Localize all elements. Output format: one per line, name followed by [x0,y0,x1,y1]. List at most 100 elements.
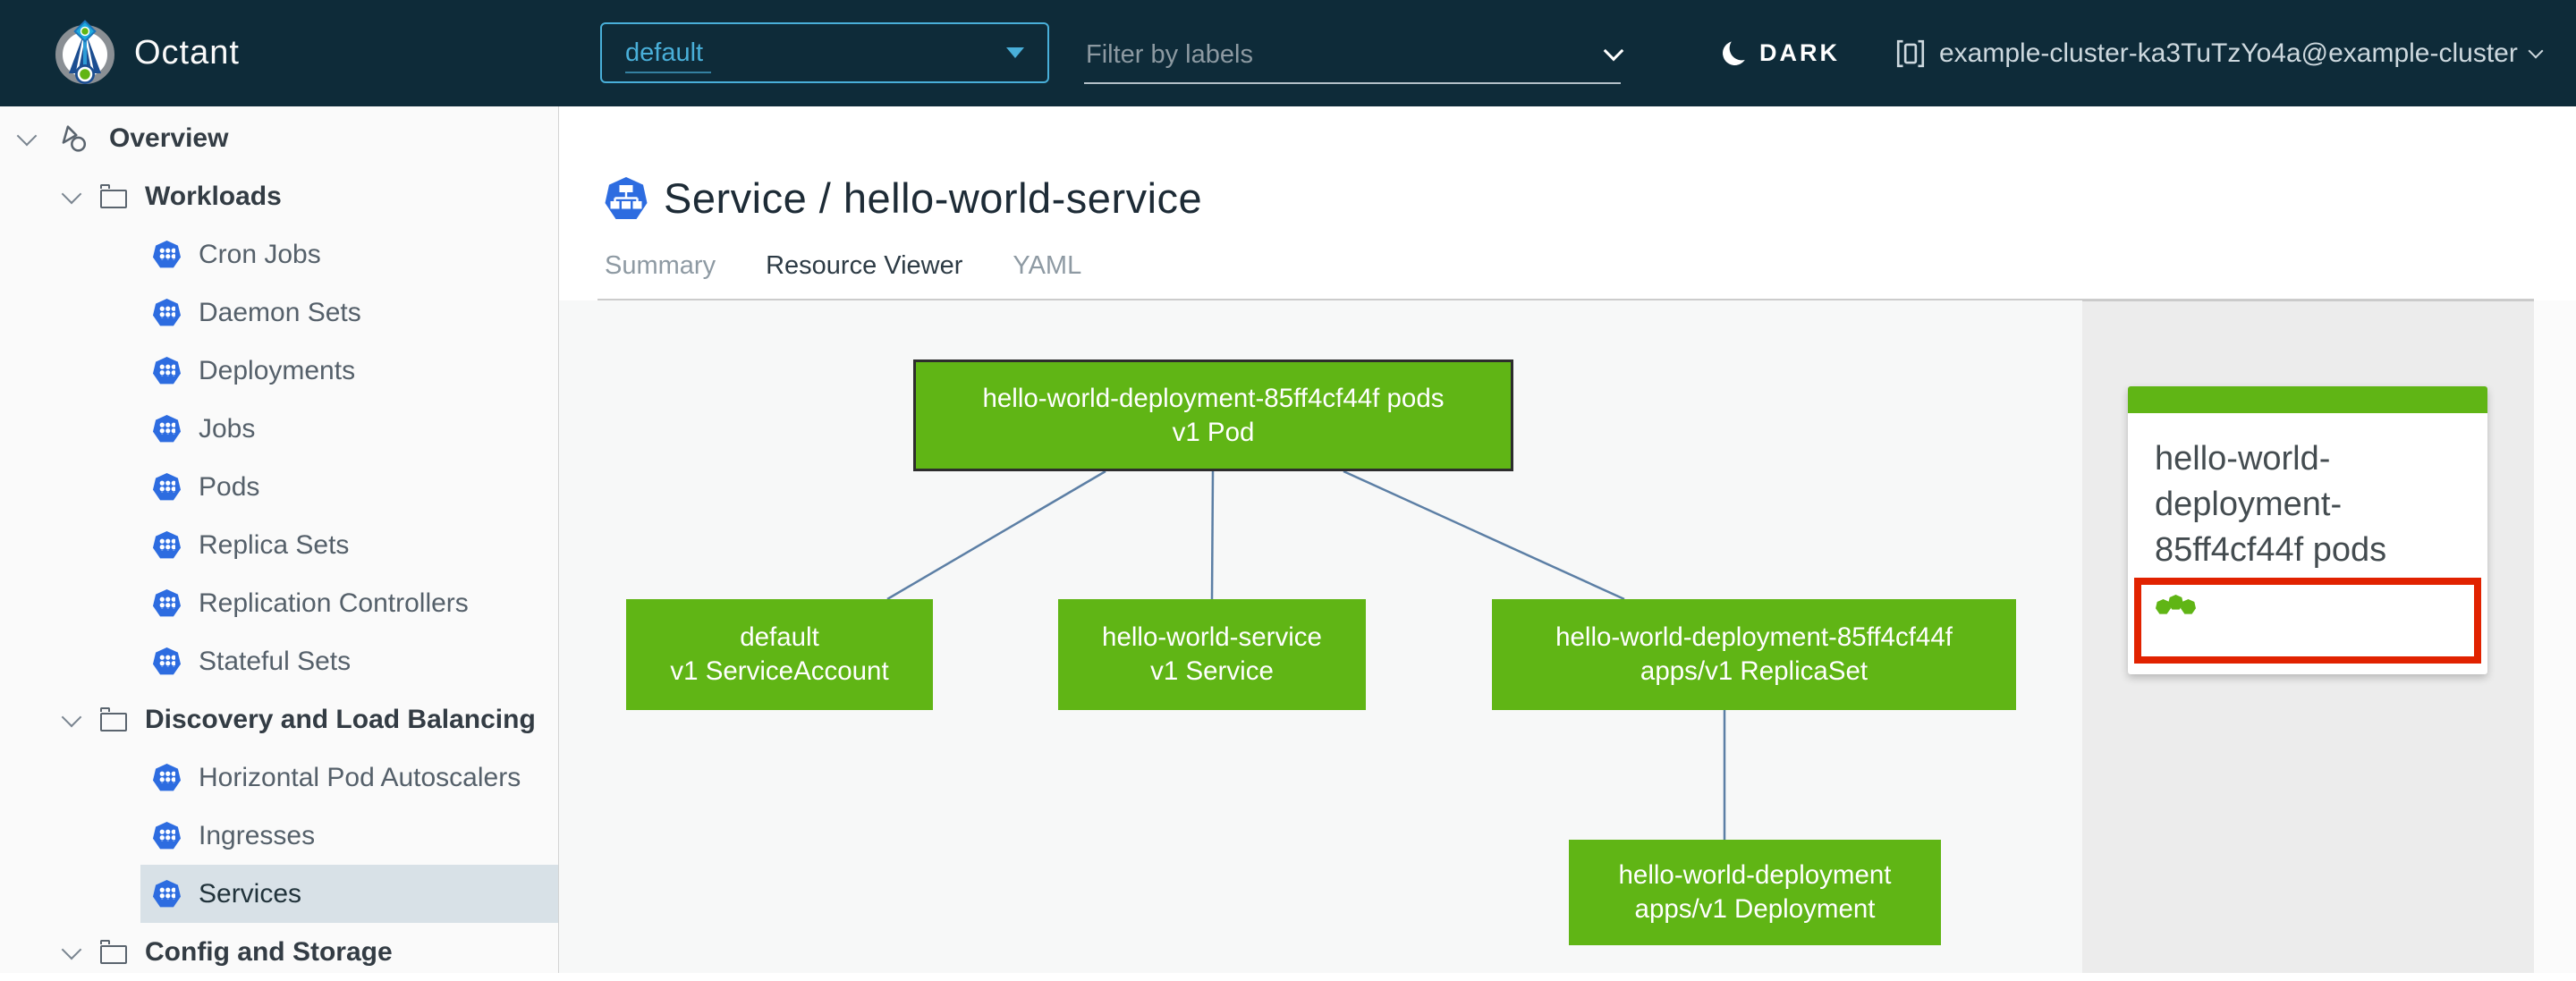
main-content: Service / hello-world-service Summary Re… [559,106,2576,973]
octant-logo-icon [55,19,114,84]
folder-icon [99,939,127,964]
graph-node-pod[interactable]: hello-world-deployment-85ff4cf44f pods v… [913,359,1513,471]
sidebar-item-label: Discovery and Load Balancing [145,704,536,734]
app-title: Octant [134,34,240,72]
replication-controllers-icon [153,589,181,617]
pod-status-dot [2156,599,2171,614]
sidebar-item-overview[interactable]: Overview [0,109,558,167]
sidebar-item-deployments[interactable]: Deployments [140,342,558,400]
chevron-down-icon[interactable] [61,183,82,204]
detail-panel: hello-world-deployment-85ff4cf44f pods [2082,300,2534,973]
sidebar-item-replication-controllers[interactable]: Replication Controllers [140,574,558,632]
pod-status-highlight-box [2134,578,2481,664]
stateful-sets-icon [153,647,181,675]
sidebar-item-pods[interactable]: Pods [140,458,558,516]
sidebar-item-replica-sets[interactable]: Replica Sets [140,516,558,574]
graph-node-serviceaccount[interactable]: default v1 ServiceAccount [626,599,933,710]
sidebar-item-horizontal-pod-autoscalers[interactable]: Horizontal Pod Autoscalers [140,748,558,807]
card-status-bar [2128,386,2487,413]
services-icon [153,880,181,908]
theme-toggle[interactable]: DARK [1723,0,1840,106]
node-name: hello-world-deployment-85ff4cf44f pods [982,383,1445,413]
sidebar-item-label: Replica Sets [199,529,350,560]
sidebar-item-label: Pods [199,471,260,502]
card-title: hello-world-deployment-85ff4cf44f pods [2155,440,2387,569]
sidebar-item-label: Horizontal Pod Autoscalers [199,762,521,792]
node-name: hello-world-deployment [1618,860,1892,890]
node-name: default [740,622,819,652]
sidebar-item-label: Services [199,878,302,909]
sidebar-item-workloads[interactable]: Workloads [0,167,558,225]
sidebar-item-stateful-sets[interactable]: Stateful Sets [140,632,558,690]
tab-bar: Summary Resource Viewer YAML [605,251,1081,310]
replica-sets-icon [153,531,181,559]
chevron-down-icon[interactable] [1603,40,1624,62]
sidebar-item-label: Stateful Sets [199,646,352,676]
node-kind: v1 Service [1150,656,1274,686]
cron-jobs-icon [153,241,181,268]
node-name: hello-world-deployment-85ff4cf44f [1555,622,1953,652]
sidebar-item-jobs[interactable]: Jobs [140,400,558,458]
folder-icon [99,706,127,732]
graph-node-deployment[interactable]: hello-world-deployment apps/v1 Deploymen… [1569,840,1941,945]
resource-title: Service / hello-world-service [664,174,1203,222]
namespace-underline [625,72,711,73]
selected-node-card[interactable]: hello-world-deployment-85ff4cf44f pods [2128,386,2487,674]
tab-summary[interactable]: Summary [605,251,716,302]
daemon-sets-icon [153,299,181,326]
tab-resource-viewer[interactable]: Resource Viewer [761,251,974,310]
ingresses-icon [153,822,181,850]
sidebar-item-discovery-and-load-balancing[interactable]: Discovery and Load Balancing [0,690,558,748]
chevron-down-icon[interactable] [61,939,82,960]
jobs-icon [153,415,181,443]
sidebar-item-daemon-sets[interactable]: Daemon Sets [140,283,558,342]
namespace-dropdown[interactable]: default [600,22,1049,83]
sidebar-item-cron-jobs[interactable]: Cron Jobs [140,225,558,283]
node-name: hello-world-service [1102,622,1322,652]
sidebar: Overview Workloads Cron Jobs Daemon Sets… [0,106,559,973]
sidebar-item-label: Jobs [199,413,256,444]
scroll-gutter [2534,300,2576,973]
sidebar-item-services[interactable]: Services [140,865,558,923]
cluster-icon [1896,39,1925,67]
page-title: Service / hello-world-service [605,173,1202,223]
label-filter[interactable] [1084,27,1624,84]
label-filter-input[interactable] [1084,38,1606,71]
node-kind: apps/v1 Deployment [1634,894,1876,924]
sidebar-item-ingresses[interactable]: Ingresses [140,807,558,865]
sidebar-item-label: Daemon Sets [199,297,361,327]
theme-toggle-label: DARK [1759,39,1840,66]
cluster-context-selector[interactable]: example-cluster-ka3TuTzYo4a@example-clus… [1894,0,2544,106]
graph-node-replicaset[interactable]: hello-world-deployment-85ff4cf44f apps/v… [1492,599,2016,710]
sidebar-item-label: Cron Jobs [199,239,321,269]
sidebar-item-label: Deployments [199,355,356,385]
pod-status-dots [2141,585,2474,614]
moon-icon [1719,38,1750,68]
pods-icon [153,473,181,501]
brand: Octant [50,19,240,89]
chevron-down-icon[interactable] [16,125,38,146]
tab-yaml[interactable]: YAML [1013,251,1081,302]
deployments-icon [153,357,181,385]
sidebar-item-label: Replication Controllers [199,588,469,618]
top-bar: Octant default DARK example-cluster-ka3T… [0,0,2576,106]
service-icon [605,176,648,219]
sidebar-item-label: Ingresses [199,820,316,850]
node-kind: v1 Pod [1172,417,1255,447]
node-kind: apps/v1 ReplicaSet [1640,656,1868,686]
sidebar-item-label: Config and Storage [145,936,393,967]
chevron-down-icon [2528,43,2544,58]
sidebar-item-label: Workloads [145,181,282,211]
horizontal-pod-autoscalers-icon [153,764,181,791]
namespace-value: default [625,38,704,67]
folder-icon [99,183,127,208]
resource-graph: hello-world-deployment-85ff4cf44f pods v… [559,300,2082,973]
pod-status-dot [2181,599,2196,614]
node-kind: v1 ServiceAccount [670,656,889,686]
caret-down-icon [1006,47,1024,58]
sidebar-item-label: Overview [109,123,229,153]
graph-node-service[interactable]: hello-world-service v1 Service [1058,599,1366,710]
chevron-down-icon[interactable] [61,706,82,727]
cluster-context-label: example-cluster-ka3TuTzYo4a@example-clus… [1939,38,2518,68]
sidebar-item-config-and-storage[interactable]: Config and Storage [0,923,558,981]
